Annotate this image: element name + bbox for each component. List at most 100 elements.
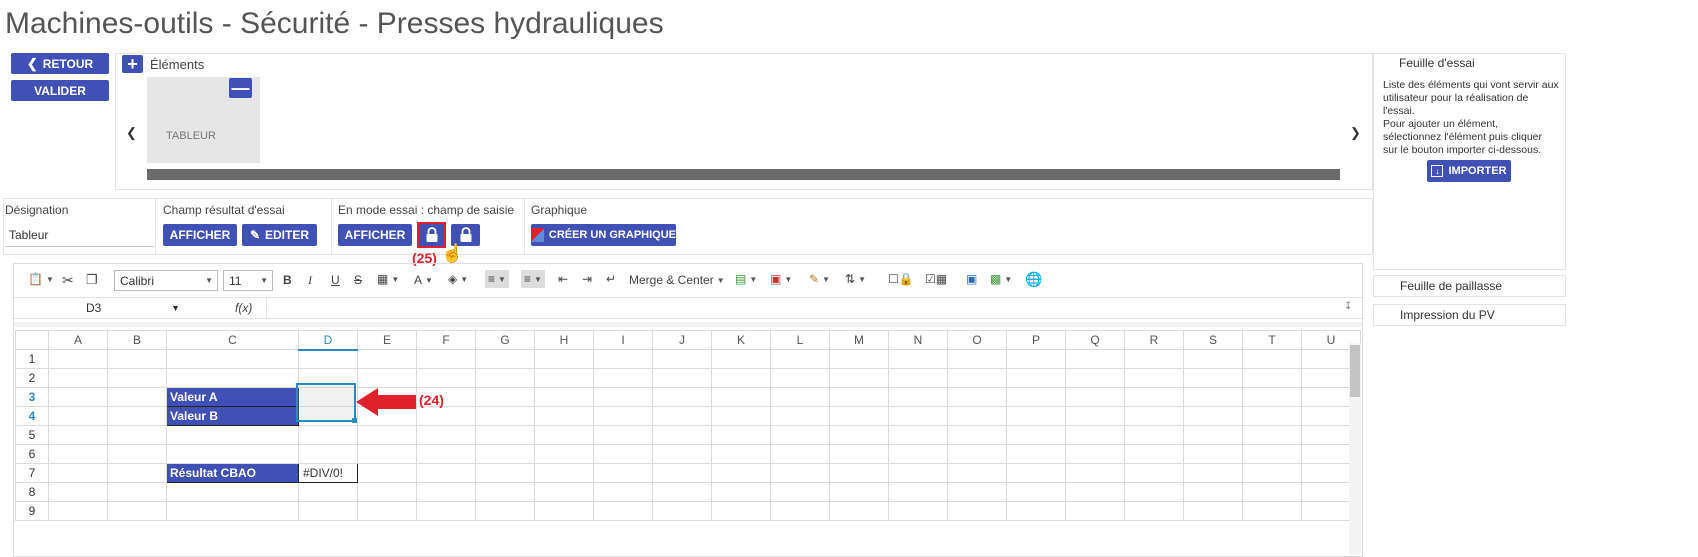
cell-d6[interactable] (298, 444, 358, 464)
cell-q6[interactable] (1065, 444, 1125, 464)
vertical-scrollbar[interactable] (1349, 343, 1361, 555)
cell-a9[interactable] (48, 501, 108, 521)
cell-a4[interactable] (48, 406, 108, 426)
cell-h7[interactable] (534, 463, 594, 483)
cell-m4[interactable] (829, 406, 889, 426)
row-header[interactable]: 3 (15, 387, 49, 407)
cell-o9[interactable] (947, 501, 1007, 521)
cell-n5[interactable] (888, 425, 948, 445)
cell-p4[interactable] (1006, 406, 1066, 426)
cell-f6[interactable] (416, 444, 476, 464)
row-header[interactable]: 7 (15, 463, 49, 483)
cell-a5[interactable] (48, 425, 108, 445)
row-header[interactable]: 5 (15, 425, 49, 445)
cell-r3[interactable] (1124, 387, 1184, 407)
cell-t1[interactable] (1242, 349, 1302, 369)
cell-g9[interactable] (475, 501, 535, 521)
cell-o1[interactable] (947, 349, 1007, 369)
cell-l1[interactable] (770, 349, 830, 369)
cell-q4[interactable] (1065, 406, 1125, 426)
cell-i9[interactable] (593, 501, 653, 521)
cell-a7[interactable] (48, 463, 108, 483)
column-header[interactable]: J (652, 330, 712, 350)
result-show-button[interactable]: AFFICHER (163, 224, 237, 246)
cell-s3[interactable] (1183, 387, 1243, 407)
cell-m8[interactable] (829, 482, 889, 502)
column-header[interactable]: M (829, 330, 889, 350)
row-header[interactable]: 8 (15, 482, 49, 502)
row-header[interactable]: 1 (15, 349, 49, 369)
column-header[interactable]: C (166, 330, 299, 350)
cell-r9[interactable] (1124, 501, 1184, 521)
cell-c3[interactable]: Valeur A (166, 387, 299, 407)
cell-e2[interactable] (357, 368, 417, 388)
font-color-icon[interactable]: A ▼ (414, 273, 433, 287)
cell-g7[interactable] (475, 463, 535, 483)
wrap-text-icon[interactable]: ↵ (606, 272, 616, 286)
cell-n7[interactable] (888, 463, 948, 483)
cell-k8[interactable] (711, 482, 771, 502)
cell-p9[interactable] (1006, 501, 1066, 521)
cell-s1[interactable] (1183, 349, 1243, 369)
cell-p3[interactable] (1006, 387, 1066, 407)
delete-rows-icon[interactable]: ▣ ▼ (770, 272, 792, 286)
cell-c9[interactable] (166, 501, 299, 521)
cell-a8[interactable] (48, 482, 108, 502)
cell-o6[interactable] (947, 444, 1007, 464)
borders-icon[interactable]: ▦ ▼ (377, 272, 399, 286)
cell-m6[interactable] (829, 444, 889, 464)
cell-q2[interactable] (1065, 368, 1125, 388)
column-header[interactable]: Q (1065, 330, 1125, 350)
carousel-scrollbar[interactable] (147, 169, 1340, 180)
hyperlink-icon[interactable]: 🌐 (1025, 271, 1042, 288)
cell-q1[interactable] (1065, 349, 1125, 369)
cell-k5[interactable] (711, 425, 771, 445)
cell-j2[interactable] (652, 368, 712, 388)
cell-n1[interactable] (888, 349, 948, 369)
cell-k2[interactable] (711, 368, 771, 388)
name-box[interactable]: D3 ▼ (14, 298, 188, 318)
cell-r2[interactable] (1124, 368, 1184, 388)
cell-r1[interactable] (1124, 349, 1184, 369)
cell-s9[interactable] (1183, 501, 1243, 521)
vertical-align-icon[interactable]: ≡ ▼ (485, 270, 509, 288)
cell-c6[interactable] (166, 444, 299, 464)
paste-icon[interactable]: 📋 ▼ (28, 272, 54, 286)
cell-i8[interactable] (593, 482, 653, 502)
column-header[interactable]: F (416, 330, 476, 350)
column-header[interactable]: A (48, 330, 108, 350)
cell-f1[interactable] (416, 349, 476, 369)
cell-s7[interactable] (1183, 463, 1243, 483)
cell-t2[interactable] (1242, 368, 1302, 388)
cell-o8[interactable] (947, 482, 1007, 502)
cell-l7[interactable] (770, 463, 830, 483)
cell-t7[interactable] (1242, 463, 1302, 483)
cell-r6[interactable] (1124, 444, 1184, 464)
cell-j3[interactable] (652, 387, 712, 407)
row-header[interactable]: 6 (15, 444, 49, 464)
column-header[interactable]: O (947, 330, 1007, 350)
cell-f5[interactable] (416, 425, 476, 445)
cell-e6[interactable] (357, 444, 417, 464)
cell-e5[interactable] (357, 425, 417, 445)
row-header[interactable]: 4 (15, 406, 49, 426)
cell-h4[interactable] (534, 406, 594, 426)
cell-d8[interactable] (298, 482, 358, 502)
clear-icon[interactable]: ✎ ▼ (809, 272, 830, 286)
cell-h5[interactable] (534, 425, 594, 445)
cell-j7[interactable] (652, 463, 712, 483)
column-header[interactable]: R (1124, 330, 1184, 350)
column-header[interactable]: E (357, 330, 417, 350)
cell-k4[interactable] (711, 406, 771, 426)
cell-selection[interactable] (296, 383, 356, 422)
cell-i7[interactable] (593, 463, 653, 483)
cell-s8[interactable] (1183, 482, 1243, 502)
cell-o7[interactable] (947, 463, 1007, 483)
cell-g4[interactable] (475, 406, 535, 426)
carousel-next-icon[interactable]: ❯ (1350, 125, 1361, 141)
cell-n2[interactable] (888, 368, 948, 388)
cell-b1[interactable] (107, 349, 167, 369)
lock-cells-icon[interactable]: ☐🔒 (888, 272, 914, 286)
cell-t3[interactable] (1242, 387, 1302, 407)
cell-d7[interactable]: #DIV/0! (298, 463, 358, 483)
